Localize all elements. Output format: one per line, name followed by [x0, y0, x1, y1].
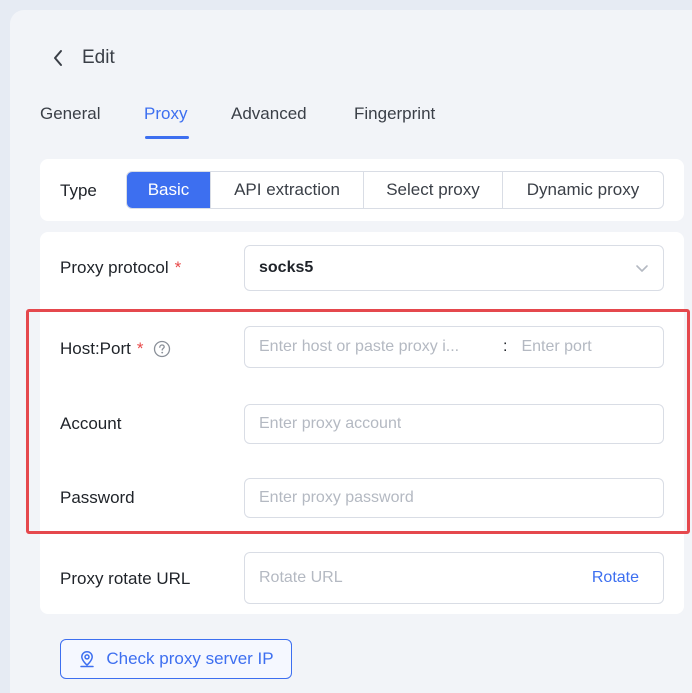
account-label-text: Account [60, 414, 122, 433]
tab-fingerprint[interactable]: Fingerprint [354, 104, 435, 124]
password-placeholder: Enter proxy password [259, 489, 414, 506]
password-label-text: Password [60, 488, 135, 507]
rotate-url-label: Proxy rotate URL [60, 569, 190, 589]
type-label: Type [60, 181, 97, 200]
rotate-url-placeholder: Rotate URL [259, 569, 343, 586]
page-title: Edit [82, 47, 115, 68]
active-tab-indicator [145, 136, 189, 139]
type-option-select-proxy[interactable]: Select proxy [364, 172, 503, 208]
tab-proxy[interactable]: Proxy [144, 104, 187, 124]
rotate-url-label-text: Proxy rotate URL [60, 569, 191, 588]
port-input[interactable]: Enter port [521, 338, 591, 356]
host-input[interactable]: Enter host or paste proxy i... [259, 338, 489, 356]
proxy-protocol-select[interactable]: socks5 [244, 245, 664, 291]
host-port-input-group: Enter host or paste proxy i... : Enter p… [244, 326, 664, 368]
tab-advanced[interactable]: Advanced [231, 104, 307, 124]
type-option-api-extraction[interactable]: API extraction [211, 172, 364, 208]
location-pin-icon [78, 650, 96, 668]
host-port-separator: : [503, 338, 508, 355]
back-header[interactable]: Edit [52, 44, 115, 72]
required-mark: * [136, 339, 144, 358]
type-segmented-control: Basic API extraction Select proxy Dynami… [126, 171, 664, 209]
account-label: Account [60, 414, 121, 434]
check-proxy-ip-button[interactable]: Check proxy server IP [60, 639, 292, 679]
host-port-label: Host:Port * [60, 339, 171, 359]
account-placeholder: Enter proxy account [259, 415, 402, 432]
host-port-label-text: Host:Port [60, 339, 131, 358]
type-option-basic[interactable]: Basic [127, 172, 211, 208]
rotate-button[interactable]: Rotate [592, 569, 639, 587]
question-circle-icon[interactable] [153, 340, 171, 358]
check-proxy-ip-label: Check proxy server IP [106, 649, 274, 668]
required-mark: * [174, 258, 182, 277]
account-input[interactable]: Enter proxy account [244, 404, 664, 444]
proxy-fields-card: Proxy protocol * socks5 Host:Port * Ente… [40, 232, 684, 614]
proxy-protocol-label: Proxy protocol * [60, 258, 181, 278]
tab-general[interactable]: General [40, 104, 100, 124]
proxy-protocol-label-text: Proxy protocol [60, 258, 169, 277]
type-card: Type Basic API extraction Select proxy D… [40, 159, 684, 221]
password-label: Password [60, 488, 135, 508]
type-option-dynamic-proxy[interactable]: Dynamic proxy [503, 172, 663, 208]
rotate-url-input[interactable]: Rotate URL Rotate [244, 552, 664, 604]
password-input[interactable]: Enter proxy password [244, 478, 664, 518]
proxy-protocol-value: socks5 [259, 259, 314, 276]
chevron-down-icon [635, 261, 649, 275]
chevron-left-icon[interactable] [52, 46, 66, 70]
